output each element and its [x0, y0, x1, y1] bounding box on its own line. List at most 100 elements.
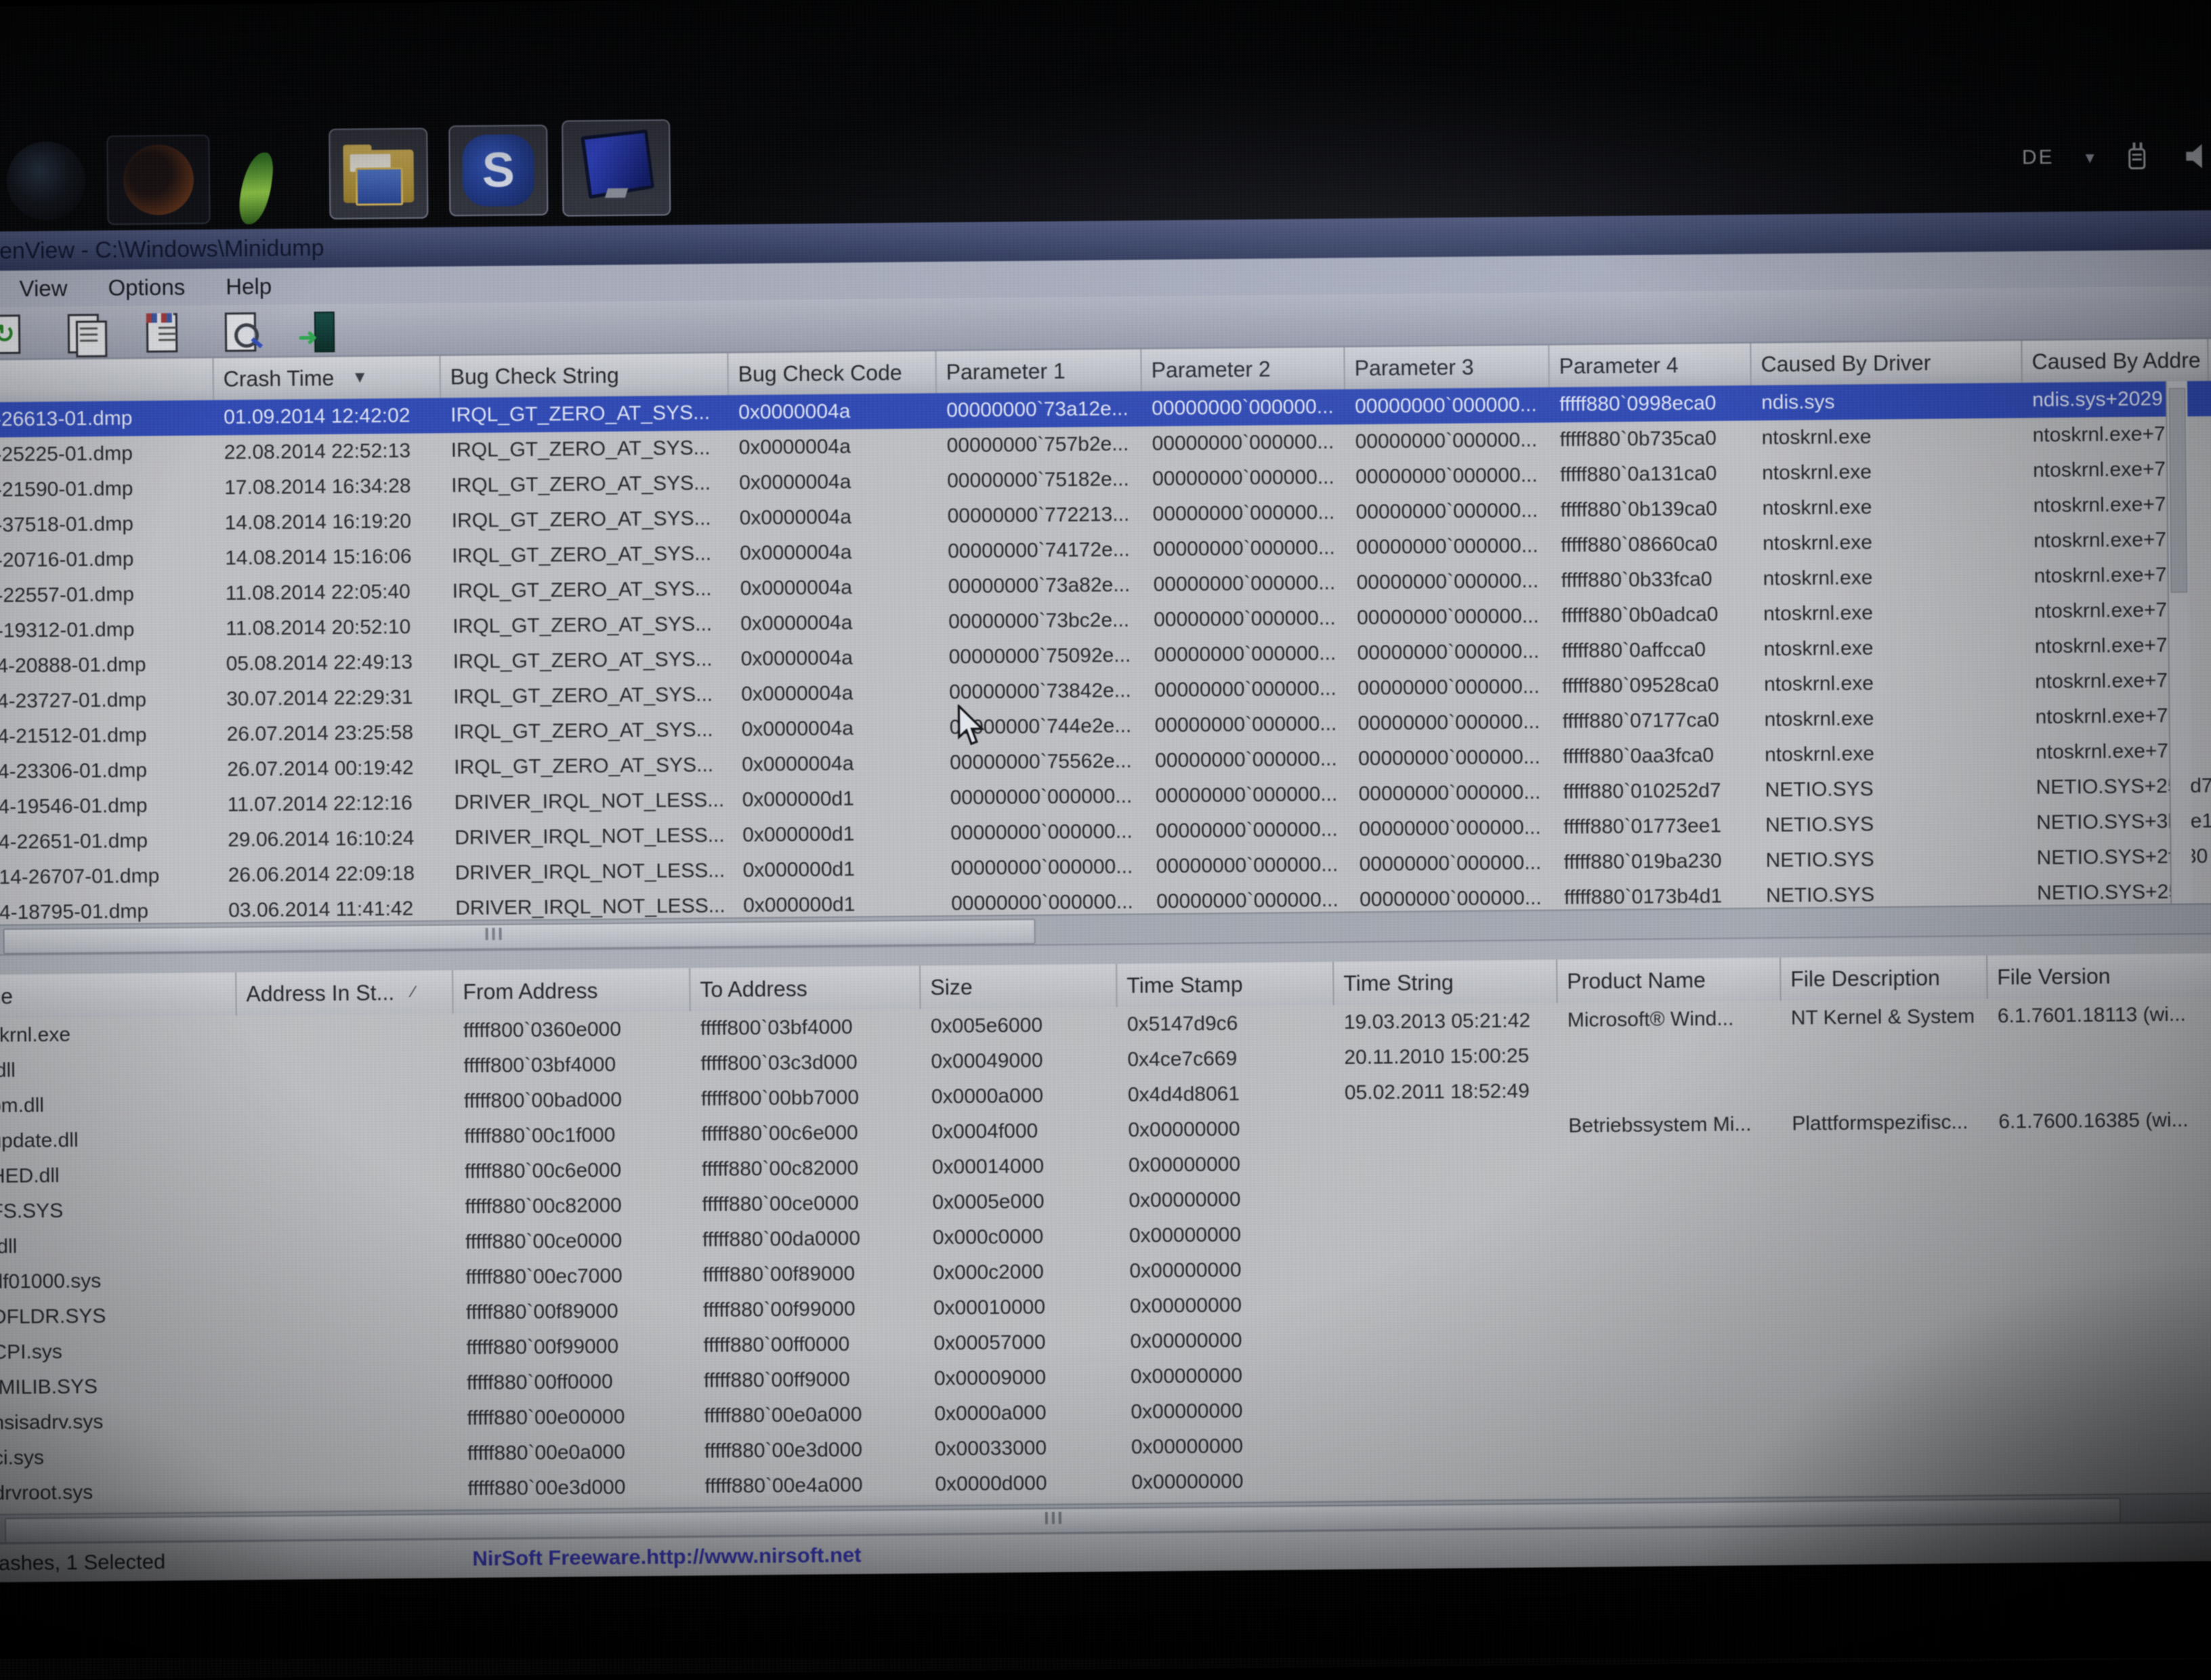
menu-item-options[interactable]: Options	[87, 274, 205, 301]
table-cell: fffff880`00e00000	[457, 1399, 694, 1436]
nirsoft-url-link[interactable]: http://www.nirsoft.net	[646, 1543, 862, 1570]
table-cell: 00000000`73bc2e...	[939, 602, 1144, 639]
table-cell: 0x0000004a	[731, 639, 939, 677]
table-cell: 00000000`757b2e...	[937, 426, 1142, 463]
table-cell: 0x4ce7c669	[1118, 1041, 1334, 1078]
table-cell: 4-37518-01.dmp	[0, 506, 215, 543]
column-header[interactable]: Crash Time▼	[213, 356, 441, 400]
table-cell: fffff880`00ec7000	[456, 1258, 693, 1295]
column-header[interactable]: Bug Check String	[440, 353, 729, 398]
column-header[interactable]: File Version	[1987, 953, 2211, 999]
table-cell: 4-21590-01.dmp	[0, 471, 215, 508]
table-cell: 0x00049000	[921, 1043, 1118, 1080]
table-cell: ntoskrnl.exe	[1752, 488, 2023, 526]
table-cell	[1561, 1282, 1784, 1320]
table-cell: 0x00000000	[1121, 1393, 1338, 1430]
refresh-icon[interactable]: ↻	[0, 312, 24, 354]
properties-icon[interactable]	[142, 310, 182, 353]
table-cell: 00000000`000000...	[1143, 530, 1347, 568]
table-cell	[1336, 1250, 1560, 1287]
table-cell	[1339, 1426, 1562, 1463]
folder-dock-slot[interactable]	[329, 128, 428, 219]
modules-table: skrnl.exefffff800`0360e000fffff800`03bf4…	[0, 996, 2211, 1514]
table-cell: NETIO.SYS	[1756, 805, 2027, 843]
copy-icon[interactable]	[64, 311, 104, 354]
column-header[interactable]: Caused By Addre	[2022, 339, 2209, 383]
language-indicator[interactable]: DE	[2022, 146, 2055, 169]
menu-item-view[interactable]: View	[0, 275, 88, 301]
column-header[interactable]: To Address	[690, 966, 921, 1011]
firefox-dock-slot[interactable]	[106, 135, 210, 225]
skype-dock-slot[interactable]: S	[448, 125, 548, 216]
table-cell: 00000000`000000...	[1144, 636, 1347, 673]
table-cell: fffff880`0a131ca0	[1551, 456, 1752, 493]
speaker-icon[interactable]	[2183, 142, 2206, 169]
table-cell: 0x00000000	[1121, 1358, 1338, 1395]
table-cell: fffff800`00bb7000	[692, 1080, 922, 1117]
column-header[interactable]: Caused By Driver	[1751, 341, 2023, 385]
table-cell: 00000000`000000...	[1142, 425, 1345, 462]
column-header[interactable]: Parameter 1	[936, 349, 1142, 393]
table-cell: IRQL_GT_ZERO_AT_SYS...	[442, 465, 730, 503]
exit-icon[interactable]: ➜	[299, 309, 339, 352]
column-header[interactable]: Parameter 4	[1549, 343, 1752, 387]
table-cell: fffff880`00e3d000	[695, 1432, 925, 1469]
table-cell	[1559, 1177, 1783, 1214]
column-header[interactable]: e	[0, 358, 214, 402]
table-cell: 0x0000004a	[732, 745, 940, 782]
table-cell: 00000000`000000...	[1143, 495, 1346, 532]
column-header[interactable]: Time Stamp	[1117, 962, 1334, 1007]
column-header[interactable]: Product Name	[1557, 957, 1782, 1003]
table-cell	[238, 1119, 455, 1156]
nirsoft-freeware-label: NirSoft Freeware.	[472, 1545, 646, 1571]
table-cell: fffff880`00f89000	[693, 1256, 923, 1293]
power-plug-icon[interactable]	[2125, 141, 2152, 172]
table-cell	[1339, 1461, 1562, 1498]
find-icon[interactable]	[221, 310, 261, 352]
table-cell: 00000000`000000...	[1347, 599, 1552, 636]
table-cell: IRQL_GT_ZERO_AT_SYS...	[441, 430, 729, 468]
chrome-browser-icon[interactable]	[6, 141, 85, 220]
vertical-scrollbar-thumb[interactable]	[2169, 388, 2187, 593]
table-cell	[1990, 1243, 2211, 1280]
table-cell	[1335, 1109, 1559, 1146]
table-cell: 00000000`000000...	[1348, 669, 1553, 707]
table-cell	[237, 1049, 454, 1086]
table-cell: skrnl.exe	[0, 1015, 237, 1053]
table-cell	[240, 1366, 457, 1403]
table-cell: 00000000`000000...	[1146, 812, 1349, 849]
table-cell	[1559, 1141, 1783, 1179]
hidden-icons-arrow-icon[interactable]: ▾	[2085, 146, 2094, 167]
column-header[interactable]: Time String	[1334, 960, 1558, 1005]
table-cell: fffff880`07177ca0	[1553, 702, 1754, 740]
green-leaf-icon[interactable]	[237, 150, 275, 226]
table-cell: 14-18795-01.dmp	[0, 894, 219, 925]
table-cell	[240, 1330, 457, 1368]
column-header[interactable]: Parameter 3	[1345, 345, 1550, 390]
column-header[interactable]: Size	[921, 964, 1118, 1009]
table-cell: 00000000`000000...	[1142, 390, 1345, 427]
table-cell: fffff880`00e0a000	[458, 1434, 695, 1471]
table-cell: 0x00000000	[1120, 1287, 1337, 1324]
bluescreenview-window: reenView - C:\Windows\Minidump tViewOpti…	[0, 210, 2211, 1580]
column-header[interactable]: Address In St...∕	[236, 970, 454, 1015]
table-cell: DRIVER_IRQL_NOT_LESS...	[445, 818, 733, 856]
column-header[interactable]: File Description	[1781, 956, 1988, 1001]
table-cell	[1338, 1391, 1561, 1428]
table-cell: Plattformspezifisc...	[1782, 1105, 1989, 1142]
table-cell: 0x00000000	[1122, 1463, 1339, 1500]
crash-table: 4-26613-01.dmp01.09.2014 12:42:02IRQL_GT…	[0, 381, 2211, 925]
table-cell: fffff880`00da0000	[693, 1221, 923, 1258]
column-header[interactable]: From Address	[453, 968, 691, 1013]
table-cell: 00000000`000000...	[941, 849, 1146, 886]
column-header[interactable]: ne	[0, 972, 237, 1018]
bluescreenview-dock-slot[interactable]	[562, 119, 671, 217]
table-cell: 29.06.2014 16:10:24	[218, 820, 445, 858]
system-tray: DE ▾	[2022, 129, 2208, 185]
table-cell: 0x00000000	[1118, 1111, 1335, 1148]
column-header[interactable]: Parameter 2	[1141, 348, 1345, 392]
column-header[interactable]: Bug Check Code	[728, 351, 937, 395]
table-cell: fffff880`00e3d000	[458, 1469, 695, 1507]
menu-item-help[interactable]: Help	[205, 274, 292, 300]
table-cell: fffff880`0affcca0	[1552, 632, 1754, 669]
